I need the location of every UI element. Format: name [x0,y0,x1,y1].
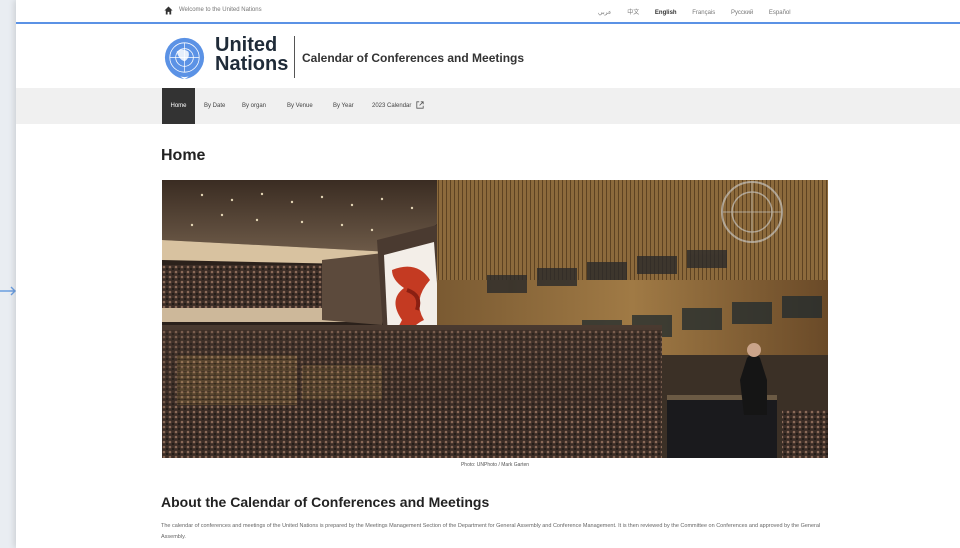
welcome-link[interactable]: Welcome to the United Nations [179,7,262,13]
about-paragraph: The calendar of conferences and meetings… [161,523,821,540]
nav-by-year[interactable]: By Year [333,88,354,124]
language-french[interactable]: Français [692,10,715,16]
language-spanish[interactable]: Español [769,10,791,16]
site-header: United Nations Calendar of Conferences a… [16,24,960,88]
nav-by-venue[interactable]: By Venue [287,88,313,124]
language-chinese[interactable]: 中文 [627,10,639,16]
home-icon[interactable] [164,6,173,15]
language-arabic[interactable]: عربي [598,10,612,16]
un-logo-text[interactable]: United Nations [215,35,288,74]
photo-credit: Photo: UNPhoto / Mark Garten [460,462,530,468]
page-title: Home [161,147,206,164]
nav-2023-calendar[interactable]: 2023 Calendar [372,88,424,124]
general-assembly-hall-photo [162,180,828,458]
top-bar: Welcome to the United Nations عربي 中文 En… [16,0,960,24]
external-link-icon [416,101,424,110]
page: Welcome to the United Nations عربي 中文 En… [16,0,960,548]
logo-divider [294,36,295,78]
site-title[interactable]: Calendar of Conferences and Meetings [302,51,524,65]
nav-home[interactable]: Home [162,88,195,124]
section-title: About the Calendar of Conferences and Me… [161,494,490,510]
language-selector: عربي 中文 English Français Русский Español [598,7,805,16]
main-nav: Home By Date By organ By Venue By Year 2… [16,88,960,124]
language-russian[interactable]: Русский [731,10,753,16]
un-emblem-icon[interactable] [161,34,208,81]
nav-by-date[interactable]: By Date [204,88,225,124]
language-english[interactable]: English [655,10,677,16]
nav-by-organ[interactable]: By organ [242,88,266,124]
